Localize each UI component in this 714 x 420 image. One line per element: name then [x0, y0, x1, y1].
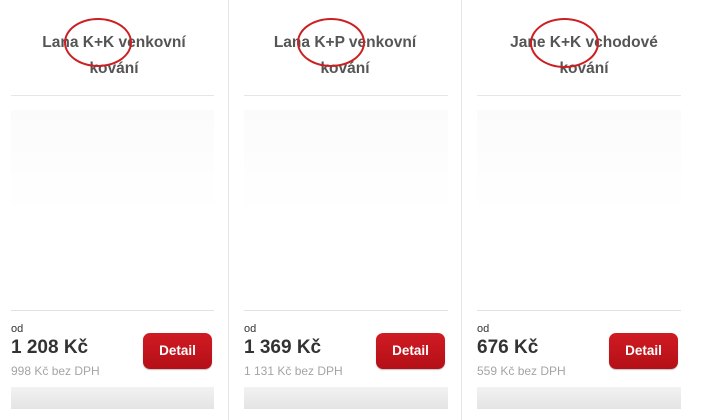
product-price-net: 1 131 Kč bez DPH	[244, 364, 343, 378]
product-title-line1[interactable]: Lana K+K venkovní	[14, 30, 214, 56]
card-footer-bar	[11, 387, 214, 409]
product-card: Jane K+K vchodové kování od 676 Kč 559 K…	[462, 0, 706, 420]
price-box: od 1 208 Kč 998 Kč bez DPH Detail	[11, 310, 214, 410]
product-title-line2[interactable]: kování	[14, 56, 214, 82]
product-title[interactable]: Lana K+K venkovní kování	[0, 30, 228, 82]
price-divider	[477, 310, 681, 311]
product-price: 1 369 Kč	[244, 337, 322, 358]
product-title-line2[interactable]: kování	[243, 56, 447, 82]
product-price: 676 Kč	[477, 337, 539, 358]
price-prefix: od	[244, 323, 257, 335]
detail-button[interactable]: Detail	[143, 333, 212, 369]
title-separator	[244, 95, 448, 96]
card-footer-bar	[477, 387, 681, 409]
detail-button[interactable]: Detail	[376, 333, 445, 369]
product-title[interactable]: Lana K+P venkovní kování	[229, 30, 461, 82]
price-box: od 1 369 Kč 1 131 Kč bez DPH Detail	[244, 310, 448, 410]
product-title[interactable]: Jane K+K vchodové kování	[462, 30, 706, 82]
product-image[interactable]	[11, 110, 214, 285]
price-prefix: od	[11, 323, 24, 335]
title-separator	[11, 95, 214, 96]
product-card: Lana K+K venkovní kování od 1 208 Kč 998…	[0, 0, 228, 420]
product-image[interactable]	[244, 110, 448, 285]
price-prefix: od	[477, 323, 490, 335]
title-separator	[477, 95, 681, 96]
product-grid: Lana K+K venkovní kování od 1 208 Kč 998…	[0, 0, 714, 420]
product-card: Lana K+P venkovní kování od 1 369 Kč 1 1…	[229, 0, 461, 420]
product-price: 1 208 Kč	[11, 337, 89, 358]
price-divider	[11, 310, 214, 311]
product-price-net: 559 Kč bez DPH	[477, 364, 566, 378]
product-title-line1[interactable]: Lana K+P venkovní	[243, 30, 447, 56]
product-price-net: 998 Kč bez DPH	[11, 364, 100, 378]
price-box: od 676 Kč 559 Kč bez DPH Detail	[477, 310, 681, 410]
product-image[interactable]	[477, 110, 681, 285]
detail-button[interactable]: Detail	[609, 333, 678, 369]
price-divider	[244, 310, 448, 311]
card-footer-bar	[244, 387, 448, 409]
product-title-line2[interactable]: kování	[476, 56, 692, 82]
product-title-line1[interactable]: Jane K+K vchodové	[476, 30, 692, 56]
